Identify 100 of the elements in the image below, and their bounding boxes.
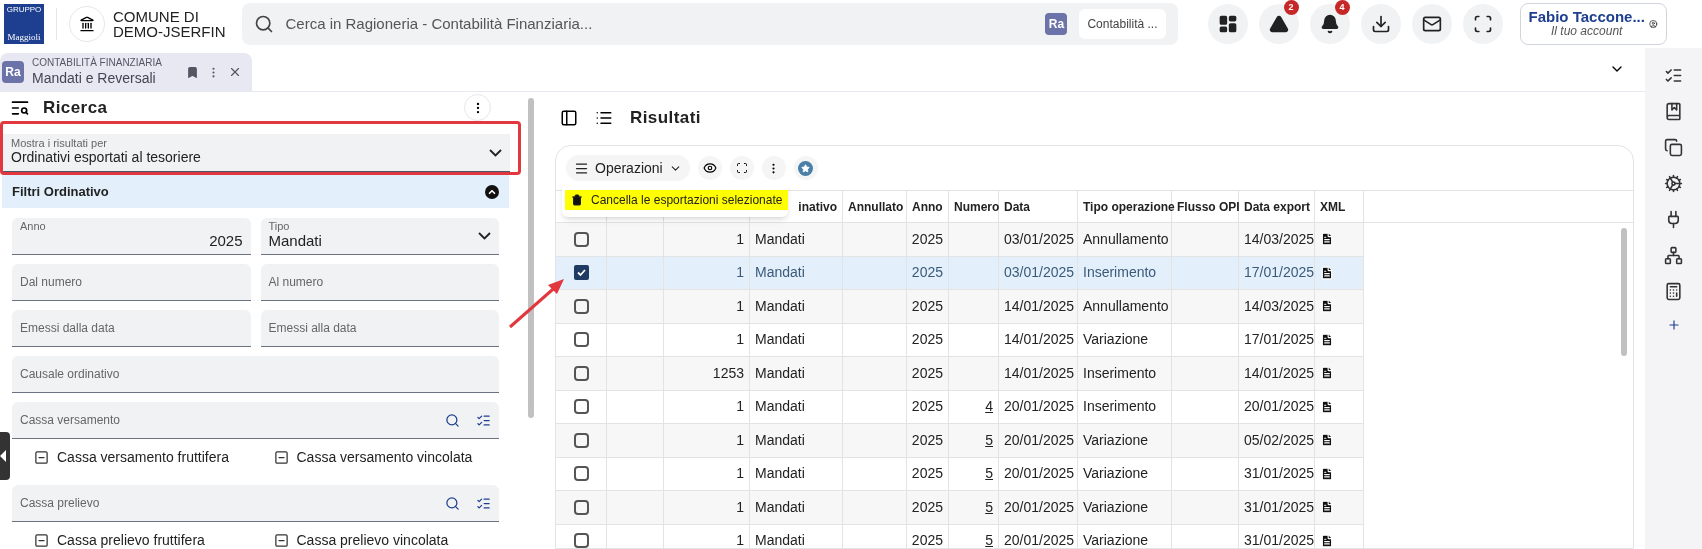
table-cell-text: 2025 xyxy=(911,464,943,484)
checkbox[interactable] xyxy=(273,533,289,548)
bell-icon xyxy=(1319,14,1340,34)
number-link[interactable]: 5 xyxy=(985,530,993,548)
input-field[interactable]: Dal numero xyxy=(12,264,251,301)
document-icon[interactable] xyxy=(1320,433,1334,448)
column-header[interactable]: Numero xyxy=(954,197,1000,216)
table-cell-text: Variazione xyxy=(1083,531,1149,548)
checkbox[interactable] xyxy=(573,265,589,281)
scrollbar[interactable] xyxy=(1621,228,1627,356)
document-icon[interactable] xyxy=(1320,332,1334,347)
toolbar-button[interactable] xyxy=(1411,4,1452,44)
number-link[interactable]: 5 xyxy=(985,463,993,485)
number-link[interactable]: 4 xyxy=(985,396,993,418)
column-header[interactable]: Anno xyxy=(912,197,943,216)
column-header[interactable]: Data export xyxy=(1244,197,1311,216)
table-row[interactable]: 1 Mandati 2025 03/01/2025 Inserimento 17/01/2025 xyxy=(556,256,1364,290)
bookmarks-icon[interactable] xyxy=(1664,102,1683,121)
document-icon[interactable] xyxy=(1320,232,1334,247)
number-link[interactable]: 5 xyxy=(985,429,993,451)
document-icon[interactable] xyxy=(1320,366,1334,381)
checkbox-label: Cassa prelievo vincolata xyxy=(296,531,449,549)
checkbox[interactable] xyxy=(573,466,589,482)
number-link[interactable]: 5 xyxy=(985,496,993,518)
checkbox[interactable] xyxy=(573,231,589,247)
lookup-field[interactable]: Cassa prelievo xyxy=(12,485,499,522)
input-field[interactable]: Emessi dalla data xyxy=(12,310,251,347)
document-icon[interactable] xyxy=(1320,399,1334,414)
gear-icon[interactable] xyxy=(1664,174,1683,193)
more-button[interactable] xyxy=(761,156,786,180)
checkbox[interactable] xyxy=(573,432,589,448)
chevron-down-icon xyxy=(489,148,502,157)
checkbox[interactable] xyxy=(573,365,589,381)
column-header[interactable]: inativo xyxy=(798,197,837,216)
document-icon[interactable] xyxy=(1320,466,1334,481)
column-header[interactable]: Data xyxy=(1004,197,1030,216)
table-row[interactable]: 1 Mandati 2025 14/01/2025 Variazione 17/01/2025 xyxy=(556,323,1364,357)
checkbox[interactable] xyxy=(573,298,589,314)
table-row[interactable]: 1 Mandati 2025 03/01/2025 Annullamento 14/03/2025 xyxy=(556,223,1364,257)
filter-section-header[interactable]: Filtri Ordinativo xyxy=(2,175,509,208)
checkbox[interactable] xyxy=(573,332,589,348)
bank-icon xyxy=(79,16,95,32)
column-header[interactable]: XML xyxy=(1320,197,1346,216)
module-tab[interactable]: Ra CONTABILITÀ FINANZIARIA Mandati e Reversali xyxy=(0,53,252,91)
network-icon[interactable] xyxy=(1664,246,1683,265)
panel-toggle-icon[interactable] xyxy=(560,109,578,127)
document-icon[interactable] xyxy=(1320,500,1334,515)
document-icon[interactable] xyxy=(1320,299,1334,314)
checkbox[interactable] xyxy=(573,533,589,548)
operations-button[interactable]: Operazioni xyxy=(566,155,690,181)
document-icon[interactable] xyxy=(1320,533,1334,548)
menu-item[interactable]: Cancella le esportazioni selezionate xyxy=(565,189,789,210)
lookup-field[interactable]: Cassa versamento xyxy=(12,402,499,439)
plus-icon[interactable] xyxy=(1666,318,1681,332)
column-header[interactable]: Tipo operazione xyxy=(1083,197,1175,216)
close-icon[interactable] xyxy=(228,65,242,79)
checkbox[interactable] xyxy=(34,533,49,548)
warning-icon xyxy=(1268,14,1289,34)
fullscreen-button[interactable] xyxy=(729,156,754,180)
document-icon[interactable] xyxy=(1320,265,1334,280)
results-select[interactable]: Mostra i risultati per Ordinativi esportati al tesoriere xyxy=(3,134,510,172)
checkbox[interactable] xyxy=(273,450,289,465)
year-field[interactable]: Anno 2025 xyxy=(12,218,251,255)
table-cell-text: 1 xyxy=(736,531,744,548)
account-button[interactable]: Fabio Taccone... Il tuo account xyxy=(1519,3,1667,45)
input-field[interactable]: Causale ordinativo xyxy=(12,356,499,393)
checklist-icon[interactable] xyxy=(1664,66,1683,85)
table-row[interactable]: 1 Mandati 2025 14/01/2025 Annullamento 14/03/2025 xyxy=(556,290,1364,324)
toolbar-button[interactable] xyxy=(1207,4,1248,44)
search-field[interactable]: Cerca in Ragioneria - Contabilità Finanziaria... Ra Contabilità ... xyxy=(241,3,1178,45)
column-header[interactable]: Flusso OPI xyxy=(1177,197,1240,216)
bookmark-icon[interactable] xyxy=(186,65,199,79)
checkbox[interactable] xyxy=(573,499,589,515)
collapse-handle[interactable] xyxy=(0,432,10,480)
column-header[interactable]: Annullato xyxy=(848,197,904,216)
table-cell-text: 2025 xyxy=(911,497,943,517)
type-select[interactable]: Tipo Mandati xyxy=(260,218,499,255)
table-cell-text: 2025 xyxy=(911,531,943,548)
table-cell-text: 2025 xyxy=(911,229,943,249)
scope-chip[interactable]: Contabilità ... xyxy=(1079,9,1166,39)
toolbar-button[interactable] xyxy=(1360,4,1401,44)
scrollbar[interactable] xyxy=(527,98,534,418)
table-cell-text: Annullamento xyxy=(1083,296,1169,316)
dashboard-icon xyxy=(1217,14,1238,34)
view-button[interactable] xyxy=(697,156,722,180)
table-row[interactable]: 1 Mandati 2025 5 20/01/2025 Variazione 05/02/2025 xyxy=(556,424,1364,458)
table-row[interactable]: 1 Mandati 2025 5 20/01/2025 Variazione 31/01/2025 xyxy=(556,457,1364,491)
download-icon xyxy=(1370,14,1391,34)
table-row[interactable]: 1 Mandati 2025 4 20/01/2025 Inserimento 20/01/2025 xyxy=(556,390,1364,424)
input-field[interactable]: Emessi alla data xyxy=(260,310,499,347)
table-row[interactable]: 1253 Mandati 2025 14/01/2025 Inserimento 14/01/2025 xyxy=(556,357,1364,391)
table-row[interactable]: 1 Mandati 2025 5 20/01/2025 Variazione 31/01/2025 xyxy=(556,491,1364,525)
table-cell-text: Inserimento xyxy=(1083,397,1157,417)
calculator-icon[interactable] xyxy=(1664,282,1683,301)
copy-icon[interactable] xyxy=(1664,138,1683,157)
checkbox[interactable] xyxy=(573,399,589,415)
checkbox[interactable] xyxy=(34,450,49,465)
input-field[interactable]: Al numero xyxy=(260,264,499,301)
entity-name: DEMO-JSERFIN xyxy=(113,24,226,39)
favorite-button[interactable] xyxy=(793,156,818,180)
